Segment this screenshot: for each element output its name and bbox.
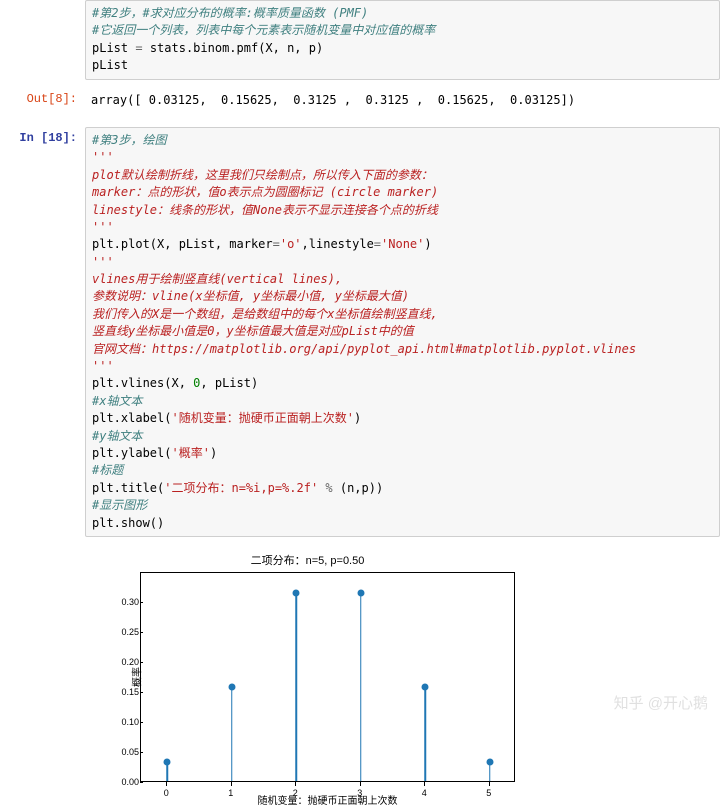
stem-line (360, 593, 362, 781)
code-text: plt.vlines(X, (92, 376, 193, 390)
chart-area: 概率 随机变量：抛硬币正面朝上次数 0.00 0.05 0.10 0.15 0.20 0.… (85, 572, 530, 812)
code-text: , pList) (200, 376, 258, 390)
x-tick: 0 (161, 788, 171, 798)
code-body-1[interactable]: #第2步，#求对应分布的概率:概率质量函数 (PMF) #它返回一个列表，列表中… (85, 0, 720, 80)
docstring: 参数说明：vline(x坐标值, y坐标最小值, y坐标最大值) (92, 289, 409, 303)
code-text: (n,p)) (340, 481, 383, 495)
code-text: plt.title( (92, 481, 164, 495)
comment: #标题 (92, 463, 123, 477)
string: 'None' (381, 237, 424, 251)
data-marker (164, 759, 171, 766)
code-text: pList (92, 58, 128, 72)
code-text: plt.ylabel( (92, 446, 171, 460)
out-prompt-8: Out[8]: (0, 88, 85, 113)
code-text: stats.binom.pmf(X, n, p) (143, 41, 324, 55)
docstring: plot默认绘制折线，这里我们只绘制点，所以传入下面的参数： (92, 168, 433, 182)
y-tick: 0.00 (117, 777, 139, 787)
code-text: pList (92, 41, 135, 55)
docstring: 我们传入的X是一个数组，是给数组中的每个x坐标值绘制竖直线, (92, 307, 438, 321)
code-op: = (135, 41, 142, 55)
stem-line (296, 593, 298, 781)
comment: #显示图形 (92, 498, 147, 512)
x-axis-label: 随机变量：抛硬币正面朝上次数 (141, 792, 514, 807)
chart-output: 二项分布：n=5, p=0.50 概率 随机变量：抛硬币正面朝上次数 0.00 0… (85, 537, 530, 812)
output-cell-8: Out[8]: array([ 0.03125, 0.15625, 0.3125… (0, 88, 720, 113)
code-text: plt.plot(X, pList, marker (92, 237, 273, 251)
x-tick: 4 (419, 788, 429, 798)
string: '概率' (171, 446, 209, 460)
watermark: 知乎 @开心鹅 (614, 692, 708, 713)
data-marker (357, 590, 364, 597)
comment: #y轴文本 (92, 429, 142, 443)
output-text: array([ 0.03125, 0.15625, 0.3125 , 0.312… (91, 93, 575, 107)
code-body-18[interactable]: #第3步，绘图 ''' plot默认绘制折线，这里我们只绘制点，所以传入下面的参… (85, 127, 720, 537)
code-text: ) (210, 446, 217, 460)
data-marker (486, 759, 493, 766)
comment: #第2步，#求对应分布的概率:概率质量函数 (PMF) (92, 6, 368, 20)
y-tick: 0.05 (117, 747, 139, 757)
code-cell-1: #第2步，#求对应分布的概率:概率质量函数 (PMF) #它返回一个列表，列表中… (0, 0, 720, 80)
plot-box: 概率 随机变量：抛硬币正面朝上次数 (140, 572, 515, 782)
docstring: ''' (92, 150, 114, 164)
y-tick: 0.15 (117, 687, 139, 697)
data-marker (293, 590, 300, 597)
code-text: ,linestyle (302, 237, 374, 251)
code-text: ) (424, 237, 431, 251)
x-tick: 5 (484, 788, 494, 798)
chart-title: 二项分布：n=5, p=0.50 (85, 552, 530, 568)
code-cell-18: In [18]: #第3步，绘图 ''' plot默认绘制折线，这里我们只绘制点… (0, 127, 720, 537)
comment: #第3步，绘图 (92, 133, 166, 147)
docstring: vlines用于绘制竖直线(vertical lines), (92, 272, 342, 286)
code-op: = (273, 237, 280, 251)
code-text: plt.show() (92, 516, 164, 530)
docstring: ''' (92, 359, 114, 373)
stem-line (231, 687, 233, 781)
output-body-8: array([ 0.03125, 0.15625, 0.3125 , 0.312… (85, 88, 720, 113)
y-tick: 0.30 (117, 597, 139, 607)
docstring: ''' (92, 220, 114, 234)
y-tick: 0.20 (117, 657, 139, 667)
in-prompt-18: In [18]: (0, 127, 85, 537)
code-op: % (318, 481, 340, 495)
comment: #它返回一个列表，列表中每个元素表示随机变量中对应值的概率 (92, 23, 435, 37)
stem-line (425, 687, 427, 781)
comment: #x轴文本 (92, 394, 142, 408)
prompt-col-1 (0, 0, 85, 80)
code-text: ) (354, 411, 361, 425)
y-tick: 0.10 (117, 717, 139, 727)
y-axis-label: 概率 (129, 667, 144, 687)
docstring: 官网文档：https://matplotlib.org/api/pyplot_a… (92, 342, 636, 356)
code-text: plt.xlabel( (92, 411, 171, 425)
docstring: ''' (92, 255, 114, 269)
code-op: = (374, 237, 381, 251)
string: 'o' (280, 237, 302, 251)
x-tick: 2 (290, 788, 300, 798)
docstring: linestyle：线条的形状，值None表示不显示连接各个点的折线 (92, 203, 438, 217)
docstring: marker：点的形状，值o表示点为圆圈标记 (circle marker) (92, 185, 438, 199)
string: '二项分布：n=%i,p=%.2f' (164, 481, 318, 495)
x-tick: 1 (226, 788, 236, 798)
string: '随机变量：抛硬币正面朝上次数' (171, 411, 353, 425)
data-marker (228, 684, 235, 691)
data-marker (422, 684, 429, 691)
x-tick: 3 (355, 788, 365, 798)
y-tick: 0.25 (117, 627, 139, 637)
docstring: 竖直线y坐标最小值是0，y坐标值最大值是对应pList中的值 (92, 324, 414, 338)
